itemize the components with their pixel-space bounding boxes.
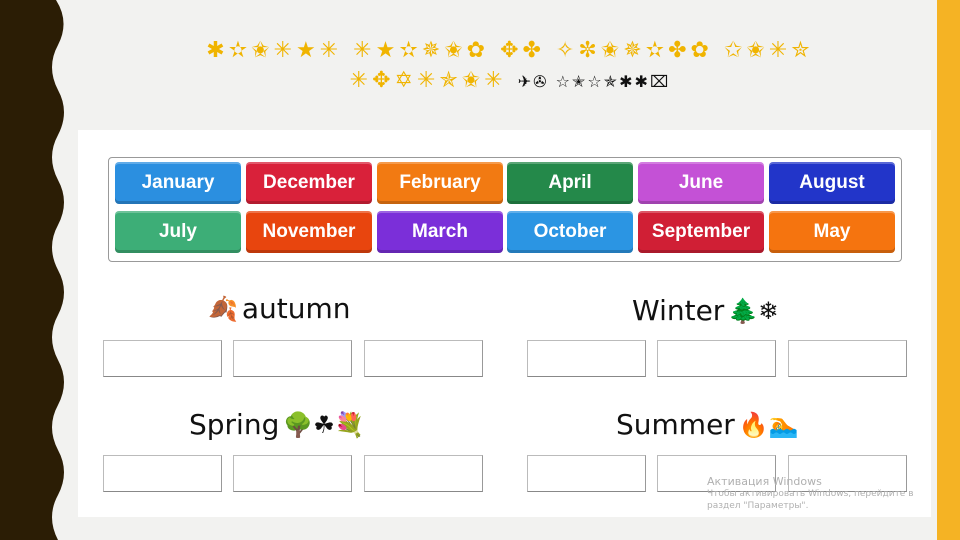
group-label-autumn: autumn <box>241 292 351 325</box>
group-heading-summer: Summer 🔥🏊 <box>616 408 799 441</box>
drop-slot-autumn[interactable] <box>364 340 483 377</box>
drop-slot-winter[interactable] <box>657 340 776 377</box>
month-chip[interactable]: November <box>246 211 372 253</box>
drop-slot-spring[interactable] <box>103 455 222 492</box>
drop-slot-autumn[interactable] <box>103 340 222 377</box>
month-chip[interactable]: July <box>115 211 241 253</box>
group-heading-autumn: 🍂 autumn <box>208 292 351 325</box>
month-chip[interactable]: June <box>638 162 764 204</box>
title-line-2: ✳✥✡✳✯✬✳ ✈✇ ☆✭☆✯✱✱⌧ <box>80 66 940 97</box>
group-label-winter: Winter <box>632 294 725 327</box>
watermark-line-2: раздел "Параметры". <box>707 501 809 511</box>
group-heading-spring: Spring 🌳☘💐 <box>189 408 365 441</box>
drop-slot-winter[interactable] <box>788 340 907 377</box>
group-label-summer: Summer <box>616 408 735 441</box>
title-line-2-text: ✳✥✡✳✯✬✳ <box>349 68 507 93</box>
month-chip[interactable]: January <box>115 162 241 204</box>
windows-activation-watermark: Активация Windows Чтобы активировать Win… <box>707 476 914 512</box>
group-label-spring: Spring <box>189 408 280 441</box>
accent-bar <box>937 0 960 540</box>
month-chip[interactable]: March <box>377 211 503 253</box>
month-chip[interactable]: October <box>507 211 633 253</box>
fire-swimmer-icon: 🔥🏊 <box>738 410 799 439</box>
tree-shamrock-bouquet-icon: 🌳☘💐 <box>283 410 365 439</box>
month-chip[interactable]: May <box>769 211 895 253</box>
drop-slot-winter[interactable] <box>527 340 646 377</box>
evergreen-snowflake-icon: 🌲❄ <box>728 296 779 325</box>
group-heading-winter: Winter 🌲❄ <box>632 294 778 327</box>
drop-slot-spring[interactable] <box>364 455 483 492</box>
month-chip[interactable]: December <box>246 162 372 204</box>
slide-title: ✱✫✬✳★✳ ✳★✫✵✬✿ ✥✤ ✧✼✬✵✫✤✿ ✩✬✳✮ ✳✥✡✳✯✬✳ ✈✇… <box>80 36 940 97</box>
watermark-title: Активация Windows <box>707 475 822 488</box>
watermark-line-1: Чтобы активировать Windows, перейдите в <box>707 489 914 499</box>
drop-slot-summer[interactable] <box>527 455 646 492</box>
month-chip[interactable]: August <box>769 162 895 204</box>
title-line-2-suffix: ✈✇ ☆✭☆✯✱✱⌧ <box>517 72 671 91</box>
decorative-wavy-band <box>0 0 64 540</box>
drop-slot-spring[interactable] <box>233 455 352 492</box>
fallen-leaf-icon: 🍂 <box>208 294 238 323</box>
drop-slot-autumn[interactable] <box>233 340 352 377</box>
month-chip[interactable]: April <box>507 162 633 204</box>
month-chip[interactable]: September <box>638 211 764 253</box>
month-chip[interactable]: February <box>377 162 503 204</box>
title-line-1: ✱✫✬✳★✳ ✳★✫✵✬✿ ✥✤ ✧✼✬✵✫✤✿ ✩✬✳✮ <box>206 38 814 63</box>
